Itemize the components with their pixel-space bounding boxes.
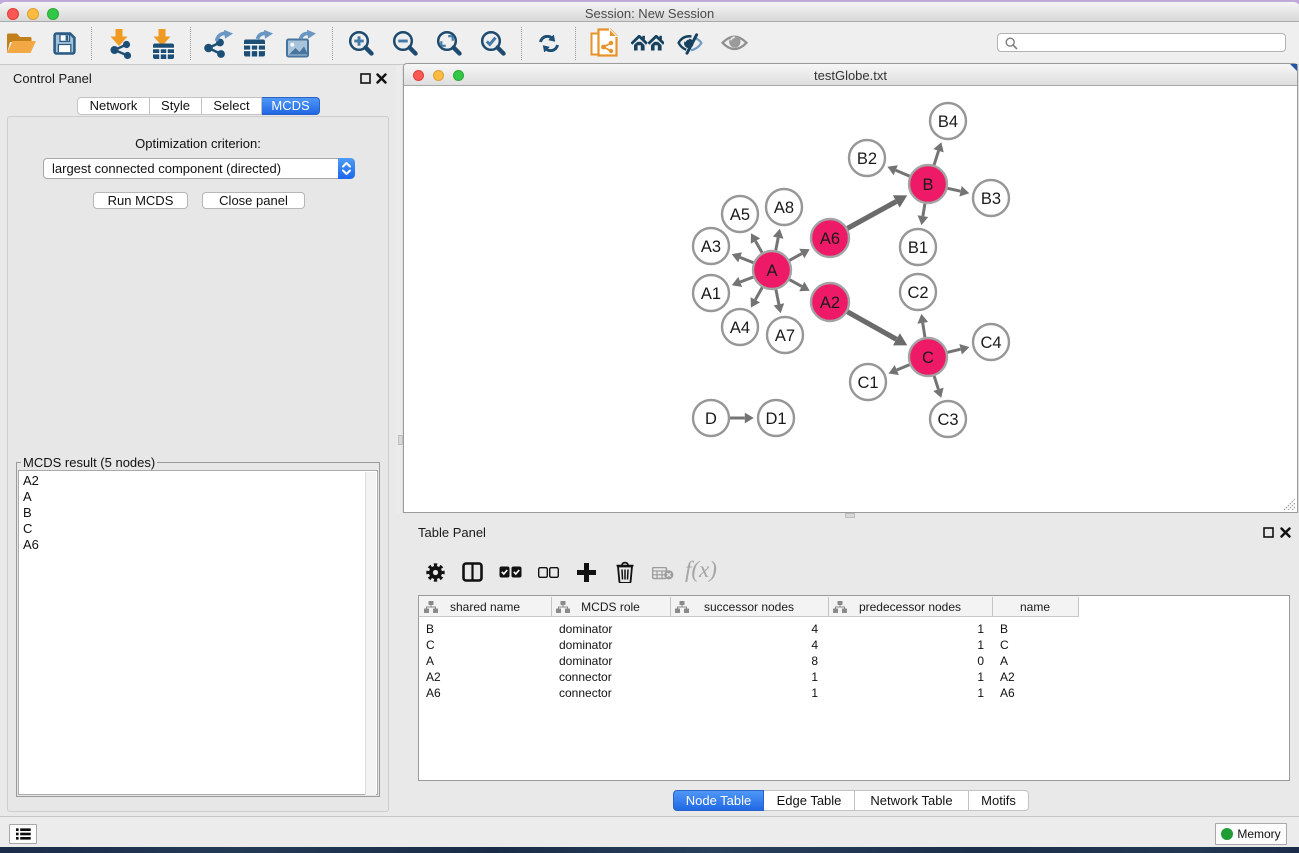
svg-text:C2: C2 bbox=[907, 284, 928, 302]
svg-text:C4: C4 bbox=[980, 334, 1001, 352]
svg-text:A1: A1 bbox=[701, 285, 721, 303]
svg-text:B: B bbox=[922, 176, 933, 194]
svg-text:C3: C3 bbox=[937, 411, 958, 429]
svg-text:B2: B2 bbox=[857, 150, 877, 168]
svg-text:A2: A2 bbox=[820, 294, 840, 312]
svg-text:A: A bbox=[766, 262, 777, 280]
svg-text:B3: B3 bbox=[981, 190, 1001, 208]
svg-text:B1: B1 bbox=[908, 239, 928, 257]
svg-text:D1: D1 bbox=[765, 410, 786, 428]
svg-text:A8: A8 bbox=[774, 199, 794, 217]
svg-text:D: D bbox=[705, 410, 717, 428]
svg-text:C: C bbox=[922, 349, 934, 367]
svg-text:A5: A5 bbox=[730, 206, 750, 224]
svg-text:A4: A4 bbox=[730, 319, 750, 337]
svg-text:A6: A6 bbox=[820, 230, 840, 248]
svg-text:C1: C1 bbox=[857, 374, 878, 392]
svg-text:A7: A7 bbox=[775, 327, 795, 345]
svg-text:A3: A3 bbox=[701, 238, 721, 256]
svg-text:B4: B4 bbox=[938, 113, 958, 131]
